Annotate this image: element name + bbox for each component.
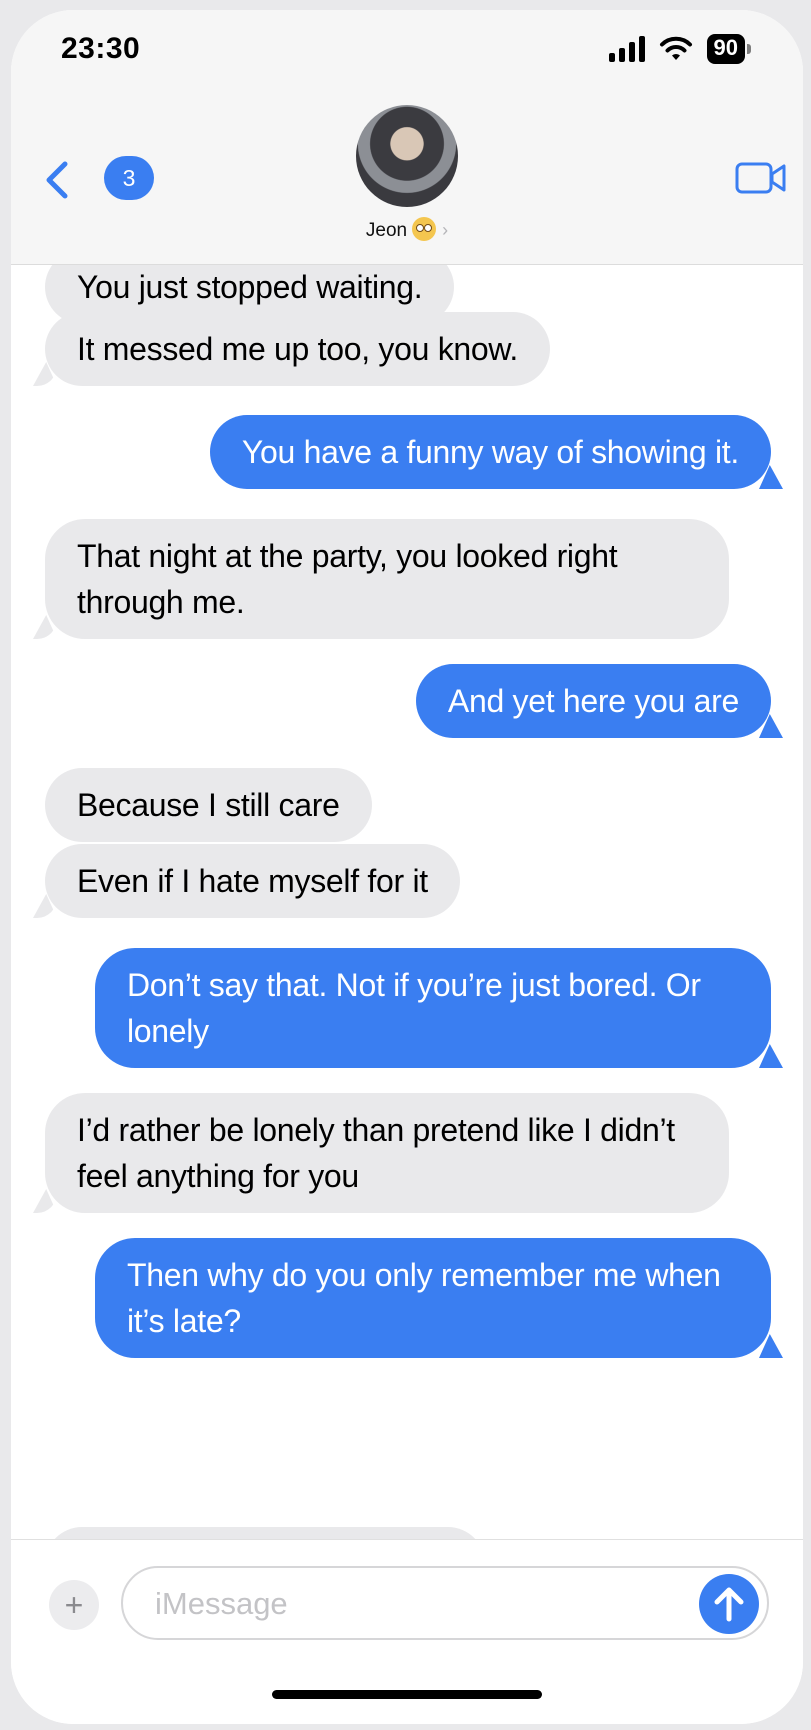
face-with-rolling-eyes-icon: [412, 217, 437, 241]
status-time: 23:30: [61, 32, 141, 65]
outgoing-message-bubble[interactable]: And yet here you are: [415, 664, 771, 738]
incoming-message-bubble[interactable]: I’d rather be lonely than pretend like I…: [45, 1093, 729, 1213]
cellular-signal-icon: [608, 36, 645, 62]
incoming-message-bubble[interactable]: Even if I hate myself for it: [45, 844, 460, 918]
incoming-message-bubble-partial[interactable]: [45, 1527, 485, 1539]
send-button[interactable]: [699, 1574, 759, 1634]
back-chevron-icon[interactable]: [41, 158, 75, 202]
unread-count-badge[interactable]: 3: [104, 156, 154, 200]
incoming-message-bubble[interactable]: It messed me up too, you know.: [45, 312, 551, 386]
imessage-input[interactable]: iMessage: [121, 1566, 769, 1640]
battery-icon: 90: [706, 34, 751, 64]
add-attachment-button[interactable]: +: [49, 1580, 99, 1630]
conversation-header: 23:30 90 3 Jeon ›: [11, 10, 803, 265]
status-icons: 90: [608, 34, 751, 64]
message-thread[interactable]: You just stopped waiting. It messed me u…: [11, 265, 803, 1539]
outgoing-message-bubble[interactable]: Then why do you only remember me when it…: [95, 1238, 771, 1358]
wifi-icon: [659, 36, 692, 60]
contact-name-button[interactable]: Jeon ›: [11, 217, 803, 242]
arrow-up-icon: [714, 1587, 744, 1622]
facetime-video-icon[interactable]: [735, 160, 787, 196]
contact-name: Jeon: [365, 220, 408, 241]
incoming-message-bubble[interactable]: Because I still care: [45, 768, 372, 842]
battery-level: 90: [706, 34, 745, 64]
chevron-right-icon: ›: [442, 220, 449, 240]
home-indicator[interactable]: [272, 1690, 542, 1699]
imessage-placeholder: iMessage: [155, 1586, 288, 1621]
phone-screen: 23:30 90 3 Jeon › You just stopped waiti…: [11, 10, 803, 1724]
contact-avatar[interactable]: [356, 105, 458, 207]
outgoing-message-bubble[interactable]: You have a funny way of showing it.: [209, 415, 771, 489]
outgoing-message-bubble[interactable]: Don’t say that. Not if you’re just bored…: [95, 948, 771, 1068]
incoming-message-bubble[interactable]: That night at the party, you looked righ…: [45, 519, 729, 639]
